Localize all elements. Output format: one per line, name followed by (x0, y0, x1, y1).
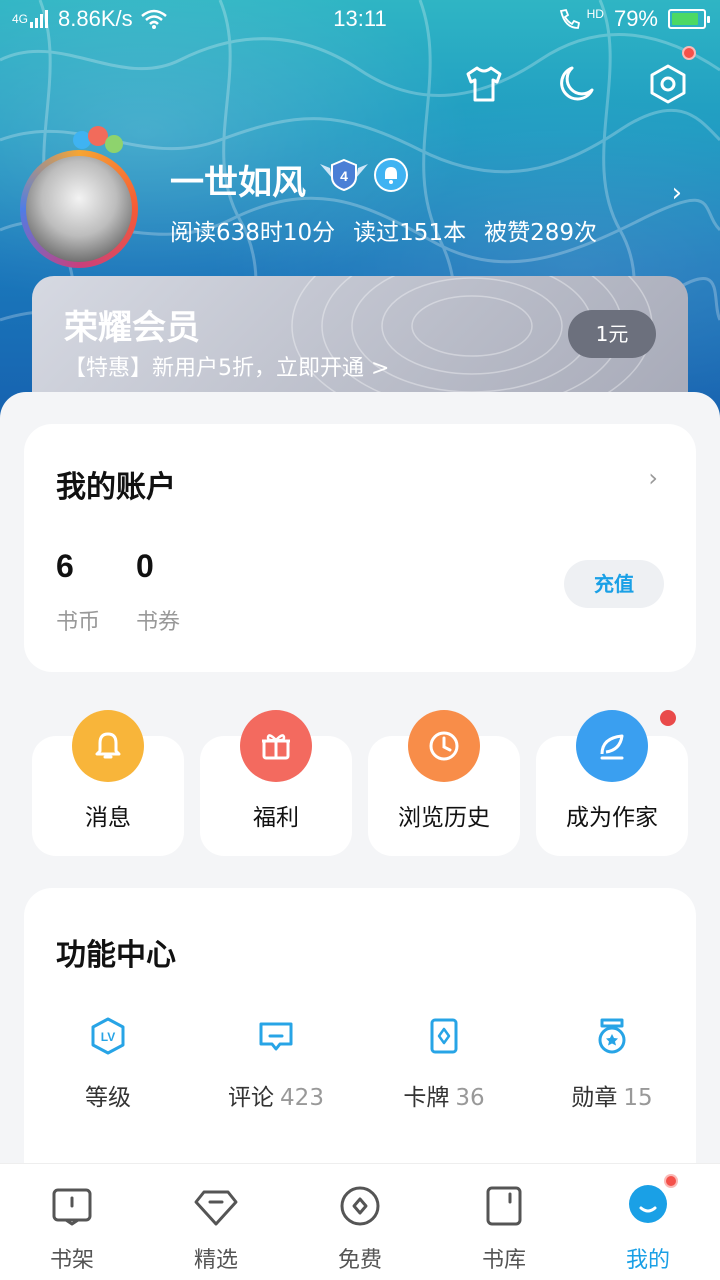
function-center-title: 功能中心 (56, 938, 176, 973)
hd-call-icon (559, 8, 580, 29)
member-promo[interactable]: 【特惠】新用户5折，立即开通 > (64, 350, 389, 382)
level-badge-icon[interactable]: 4 (318, 158, 370, 192)
header-actions (462, 46, 696, 106)
reading-stats: 阅读638时10分 读过151本 被赞289次 (170, 213, 597, 247)
comment-count: 423 (280, 1085, 324, 1111)
bell-icon (72, 710, 144, 782)
nav-label: 免费 (337, 1248, 382, 1273)
function-medals[interactable]: 勋章 15 (532, 1016, 692, 1126)
coin-icon (340, 1186, 380, 1226)
quick-entry-label: 成为作家 (566, 805, 658, 831)
function-label: 等级 (85, 1085, 131, 1111)
quick-entry-history[interactable]: 浏览历史 (368, 710, 520, 856)
balloons-decoration-icon (73, 126, 123, 153)
battery-icon (668, 9, 710, 29)
nav-label: 精选 (193, 1248, 238, 1273)
function-comments[interactable]: 评论 423 (196, 1016, 356, 1126)
function-cards[interactable]: 卡牌 36 (364, 1016, 524, 1126)
nav-label: 我的 (625, 1248, 670, 1273)
reading-time: 阅读638时10分 (170, 220, 336, 246)
book-coin-label: 书币 (56, 610, 101, 635)
bookshelf-icon (52, 1188, 92, 1226)
hd-label: HD (586, 7, 604, 21)
quick-entry-welfare[interactable]: 福利 (200, 710, 352, 856)
quick-entry-label: 消息 (85, 805, 131, 831)
account-chevron-icon[interactable]: › (648, 464, 658, 492)
likes-count: 被赞289次 (484, 220, 597, 246)
books-read: 读过151本 (353, 220, 467, 246)
function-label: 评论 (228, 1085, 275, 1111)
mine-notification-dot (664, 1174, 678, 1188)
shirt-icon (466, 66, 502, 102)
quick-entry-label: 浏览历史 (398, 805, 490, 831)
bottom-navigation: 书架 精选 免费 书库 我的 (0, 1163, 720, 1280)
profile-chevron-icon[interactable]: › (672, 178, 682, 208)
member-price-button[interactable]: 1元 (568, 310, 656, 358)
member-title: 荣耀会员 (64, 308, 200, 348)
status-bar: 4G 8.86K/s 13:11 HD 79% (0, 0, 720, 40)
book-voucher-value[interactable]: 0 (136, 548, 154, 585)
quill-icon (576, 710, 648, 782)
settings-hex-icon (650, 64, 686, 104)
nav-label: 书架 (49, 1248, 94, 1273)
clock-icon (408, 710, 480, 782)
comment-icon (259, 1022, 293, 1051)
notification-bell-icon (385, 167, 397, 184)
recharge-button[interactable]: 充值 (564, 560, 664, 608)
book-voucher-label: 书券 (136, 610, 181, 635)
moon-icon (560, 66, 594, 101)
card-icon (430, 1018, 458, 1054)
function-label: 卡牌 (403, 1085, 450, 1111)
nav-library[interactable]: 书库 (432, 1164, 576, 1280)
quick-entry-become-writer[interactable]: 成为作家 (536, 710, 688, 856)
battery-percent: 79% (613, 6, 658, 31)
function-label: 勋章 (571, 1085, 618, 1111)
settings-button[interactable] (646, 46, 696, 106)
svg-text:LV: LV (101, 1030, 115, 1044)
account-card[interactable]: 我的账户 › 6 书币 0 书券 充值 (24, 424, 696, 672)
bell-badge-icon[interactable] (374, 158, 408, 192)
function-center-card: 功能中心 LV 等级 评论 423 卡牌 36 勋章 15 (24, 888, 696, 1208)
card-count: 36 (455, 1085, 485, 1111)
diamond-icon (194, 1190, 238, 1226)
book-coin-value[interactable]: 6 (56, 548, 74, 585)
gift-icon (240, 710, 312, 782)
account-title: 我的账户 (56, 470, 176, 505)
medal-count: 15 (623, 1085, 653, 1111)
nav-label: 书库 (481, 1248, 526, 1273)
settings-notification-dot (682, 46, 696, 60)
level-icon: LV (91, 1017, 125, 1055)
level-number: 4 (340, 168, 348, 184)
night-mode-button[interactable] (554, 62, 598, 106)
function-level[interactable]: LV 等级 (28, 1016, 188, 1126)
profile-mascot-icon (629, 1185, 667, 1223)
writer-notification-dot (660, 710, 676, 726)
medal-icon (598, 1018, 626, 1054)
nav-featured[interactable]: 精选 (144, 1164, 288, 1280)
quick-entry-label: 福利 (253, 805, 299, 831)
username[interactable]: 一世如风 (170, 155, 306, 204)
quick-entry-messages[interactable]: 消息 (32, 710, 184, 856)
nav-bookshelf[interactable]: 书架 (0, 1164, 144, 1280)
nav-free[interactable]: 免费 (288, 1164, 432, 1280)
library-icon (486, 1186, 522, 1226)
theme-button[interactable] (462, 62, 506, 106)
avatar[interactable] (20, 126, 150, 268)
nav-mine[interactable]: 我的 (576, 1164, 720, 1280)
